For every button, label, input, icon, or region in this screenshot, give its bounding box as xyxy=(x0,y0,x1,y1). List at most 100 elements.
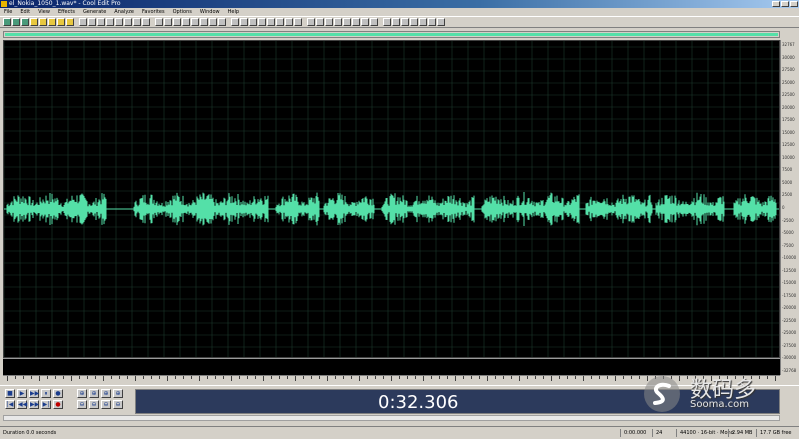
time-tick xyxy=(199,376,200,381)
toolbar-button[interactable] xyxy=(155,18,163,26)
loop-button[interactable]: ● xyxy=(53,389,63,398)
toolbar-button[interactable] xyxy=(39,18,47,26)
status-format: 44100 · 16-bit · Mono xyxy=(680,430,734,436)
toolbar-button[interactable] xyxy=(191,18,199,26)
fast-forward-button[interactable]: ▶▶ xyxy=(29,400,39,409)
toolbar-button[interactable] xyxy=(437,18,445,26)
toolbar-button[interactable] xyxy=(285,18,293,26)
toolbar-button[interactable] xyxy=(173,18,181,26)
toolbar-button[interactable] xyxy=(79,18,87,26)
waveform-display[interactable] xyxy=(3,40,780,358)
minimize-button[interactable] xyxy=(772,1,780,7)
record-button[interactable]: ● xyxy=(53,400,63,409)
play-to-end-button[interactable]: ▶▶ xyxy=(29,389,39,398)
rewind-button[interactable]: ◀◀ xyxy=(17,400,27,409)
go-to-end-button[interactable]: ▶| xyxy=(41,400,51,409)
waveform-overview[interactable] xyxy=(3,31,780,38)
toolbar-button[interactable] xyxy=(48,18,56,26)
play-button[interactable]: ▶ xyxy=(17,389,27,398)
toolbar-button[interactable] xyxy=(57,18,65,26)
toolbar-button[interactable] xyxy=(361,18,369,26)
stop-button[interactable]: ■ xyxy=(5,389,15,398)
menu-window[interactable]: Window xyxy=(200,8,220,16)
toolbar-button[interactable] xyxy=(3,18,11,26)
menu-options[interactable]: Options xyxy=(173,8,192,16)
menu-generate[interactable]: Generate xyxy=(83,8,106,16)
amplitude-tick-label: 10000 xyxy=(782,154,795,160)
zoom-out-horizontal-button[interactable]: ⊖ xyxy=(77,400,87,409)
zoom-right-button[interactable]: ⊖ xyxy=(113,400,123,409)
menu-effects[interactable]: Effects xyxy=(58,8,75,16)
zoom-out-vertical-button[interactable]: ⊖ xyxy=(89,400,99,409)
amplitude-tick-label: -30000 xyxy=(782,355,797,361)
toolbar-button[interactable] xyxy=(334,18,342,26)
toolbar-button[interactable] xyxy=(200,18,208,26)
toolbar-button[interactable] xyxy=(343,18,351,26)
menu-view[interactable]: View xyxy=(38,8,50,16)
time-tick xyxy=(71,376,72,381)
time-tick xyxy=(47,376,48,379)
toolbar-button[interactable] xyxy=(88,18,96,26)
time-tick xyxy=(167,376,168,381)
toolbar-button[interactable] xyxy=(106,18,114,26)
toolbar-button[interactable] xyxy=(66,18,74,26)
toolbar-button[interactable] xyxy=(294,18,302,26)
toolbar-button[interactable] xyxy=(231,18,239,26)
pause-button[interactable]: ⏸ xyxy=(41,389,51,398)
go-to-start-button[interactable]: |◀ xyxy=(5,400,15,409)
toolbar-button[interactable] xyxy=(164,18,172,26)
toolbar-button[interactable] xyxy=(182,18,190,26)
menu-analyze[interactable]: Analyze xyxy=(114,8,134,16)
zoom-full-button[interactable]: ⊕ xyxy=(101,389,111,398)
amplitude-tick-label: 32767 xyxy=(782,42,795,47)
toolbar-button[interactable] xyxy=(410,18,418,26)
time-tick xyxy=(519,376,520,381)
menu-file[interactable]: File xyxy=(4,8,12,16)
toolbar-button[interactable] xyxy=(267,18,275,26)
zoom-in-horizontal-button[interactable]: ⊕ xyxy=(77,389,87,398)
toolbar-button[interactable] xyxy=(419,18,427,26)
toolbar-button[interactable] xyxy=(316,18,324,26)
toolbar-button[interactable] xyxy=(249,18,257,26)
toolbar-button[interactable] xyxy=(307,18,315,26)
toolbar-button[interactable] xyxy=(12,18,20,26)
menu-help[interactable]: Help xyxy=(228,8,239,16)
toolbar-button[interactable] xyxy=(124,18,132,26)
toolbar-button[interactable] xyxy=(30,18,38,26)
waveform-canvas[interactable] xyxy=(4,41,780,358)
time-tick xyxy=(423,376,424,381)
toolbar-button[interactable] xyxy=(115,18,123,26)
toolbar-button[interactable] xyxy=(240,18,248,26)
time-tick xyxy=(495,376,496,379)
overview-range[interactable] xyxy=(5,33,778,36)
toolbar-button[interactable] xyxy=(218,18,226,26)
toolbar-button[interactable] xyxy=(383,18,391,26)
toolbar-button[interactable] xyxy=(258,18,266,26)
time-tick xyxy=(15,376,16,379)
toolbar-button[interactable] xyxy=(401,18,409,26)
zoom-selection-button[interactable]: ⊕ xyxy=(113,389,123,398)
toolbar-button[interactable] xyxy=(209,18,217,26)
time-tick xyxy=(223,376,224,379)
toolbar-button[interactable] xyxy=(97,18,105,26)
time-tick xyxy=(431,376,432,379)
toolbar-button[interactable] xyxy=(352,18,360,26)
time-tick xyxy=(183,376,184,379)
toolbar-button[interactable] xyxy=(276,18,284,26)
toolbar-button[interactable] xyxy=(428,18,436,26)
toolbar-button[interactable] xyxy=(325,18,333,26)
toolbar-button[interactable] xyxy=(142,18,150,26)
zoom-in-vertical-button[interactable]: ⊕ xyxy=(89,389,99,398)
maximize-button[interactable] xyxy=(781,1,789,7)
amplitude-tick-label: -17500 xyxy=(782,292,797,298)
time-tick xyxy=(111,376,112,379)
menu-favorites[interactable]: Favorites xyxy=(142,8,165,16)
amplitude-tick-label: 5000 xyxy=(782,179,793,185)
close-button[interactable] xyxy=(790,1,798,7)
zoom-left-button[interactable]: ⊖ xyxy=(101,400,111,409)
menu-edit[interactable]: Edit xyxy=(20,8,30,16)
toolbar-button[interactable] xyxy=(392,18,400,26)
toolbar-button[interactable] xyxy=(370,18,378,26)
toolbar-button[interactable] xyxy=(21,18,29,26)
toolbar-button[interactable] xyxy=(133,18,141,26)
